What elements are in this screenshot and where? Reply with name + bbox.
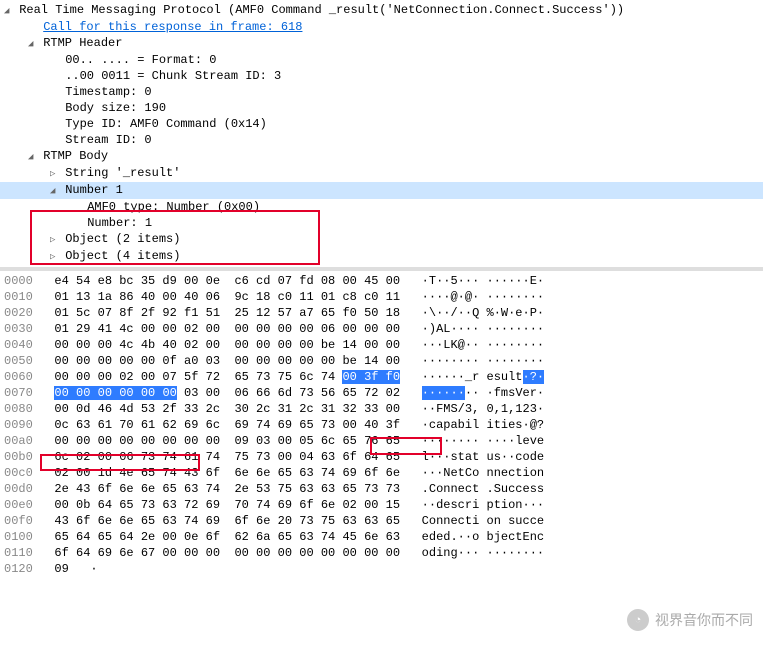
rtmp-body-label: RTMP Body [43,149,108,163]
header-typeid-row[interactable]: Type ID: AMF0 Command (0x14) [0,116,763,132]
expand-icon[interactable]: ◢ [28,149,36,165]
wechat-icon: ◔ [627,609,649,631]
hex-row[interactable]: 0000 e4 54 e8 bc 35 d9 00 0e c6 cd 07 fd… [0,273,763,289]
hex-row[interactable]: 00a0 00 00 00 00 00 00 00 00 09 03 00 05… [0,433,763,449]
hex-row[interactable]: 00b0 6c 02 00 06 73 74 61 74 75 73 00 04… [0,449,763,465]
hex-row[interactable]: 00e0 00 0b 64 65 73 63 72 69 70 74 69 6f… [0,497,763,513]
response-frame-link[interactable]: Call for this response in frame: 618 [43,20,302,34]
body-number-row[interactable]: ◢ Number 1 [0,182,763,199]
header-streamid-row[interactable]: Stream ID: 0 [0,132,763,148]
hex-row[interactable]: 0080 00 0d 46 4d 53 2f 33 2c 30 2c 31 2c… [0,401,763,417]
packet-details-pane: ◢ Real Time Messaging Protocol (AMF0 Com… [0,0,763,267]
body-object2-row[interactable]: ▷ Object (2 items) [0,231,763,248]
call-link-row[interactable]: Call for this response in frame: 618 [0,19,763,35]
rtmp-body-row[interactable]: ◢ RTMP Body [0,148,763,165]
collapse-icon[interactable]: ▷ [50,249,58,265]
hex-row[interactable]: 0060 00 00 00 02 00 07 5f 72 65 73 75 6c… [0,369,763,385]
rtmp-header-label: RTMP Header [43,36,122,50]
hex-row[interactable]: 0100 65 64 65 64 2e 00 0e 6f 62 6a 65 63… [0,529,763,545]
protocol-title-row[interactable]: ◢ Real Time Messaging Protocol (AMF0 Com… [0,2,763,19]
collapse-icon[interactable]: ▷ [50,232,58,248]
header-timestamp-row[interactable]: Timestamp: 0 [0,84,763,100]
hex-row[interactable]: 00c0 02 00 1d 4e 65 74 43 6f 6e 6e 65 63… [0,465,763,481]
expand-icon[interactable]: ◢ [50,183,58,199]
header-format-row[interactable]: 00.. .... = Format: 0 [0,52,763,68]
body-object4-row[interactable]: ▷ Object (4 items) [0,248,763,265]
header-csid-row[interactable]: ..00 0011 = Chunk Stream ID: 3 [0,68,763,84]
header-bodysize-row[interactable]: Body size: 190 [0,100,763,116]
number-value-row[interactable]: Number: 1 [0,215,763,231]
collapse-icon[interactable]: ▷ [50,166,58,182]
rtmp-header-row[interactable]: ◢ RTMP Header [0,35,763,52]
expand-icon[interactable]: ◢ [4,3,12,19]
hex-row[interactable]: 0020 01 5c 07 8f 2f 92 f1 51 25 12 57 a7… [0,305,763,321]
hex-row[interactable]: 0030 01 29 41 4c 00 00 02 00 00 00 00 00… [0,321,763,337]
watermark-text: 视界音你而不同 [655,610,753,630]
hex-row[interactable]: 0120 09 · [0,561,763,577]
hex-row[interactable]: 00f0 43 6f 6e 6e 65 63 74 69 6f 6e 20 73… [0,513,763,529]
hex-dump-pane[interactable]: 0000 e4 54 e8 bc 35 d9 00 0e c6 cd 07 fd… [0,267,763,577]
hex-row[interactable]: 0050 00 00 00 00 00 0f a0 03 00 00 00 00… [0,353,763,369]
watermark: ◔ 视界音你而不同 [627,609,753,631]
hex-row[interactable]: 0090 0c 63 61 70 61 62 69 6c 69 74 69 65… [0,417,763,433]
hex-row[interactable]: 0040 00 00 00 4c 4b 40 02 00 00 00 00 00… [0,337,763,353]
expand-icon[interactable]: ◢ [28,36,36,52]
hex-row[interactable]: 0070 00 00 00 00 00 00 03 00 06 66 6d 73… [0,385,763,401]
hex-row[interactable]: 0110 6f 64 69 6e 67 00 00 00 00 00 00 00… [0,545,763,561]
number-type-row[interactable]: AMF0 type: Number (0x00) [0,199,763,215]
hex-row[interactable]: 0010 01 13 1a 86 40 00 40 06 9c 18 c0 11… [0,289,763,305]
hex-row[interactable]: 00d0 2e 43 6f 6e 6e 65 63 74 2e 53 75 63… [0,481,763,497]
body-string-row[interactable]: ▷ String '_result' [0,165,763,182]
protocol-title: Real Time Messaging Protocol (AMF0 Comma… [19,3,624,17]
